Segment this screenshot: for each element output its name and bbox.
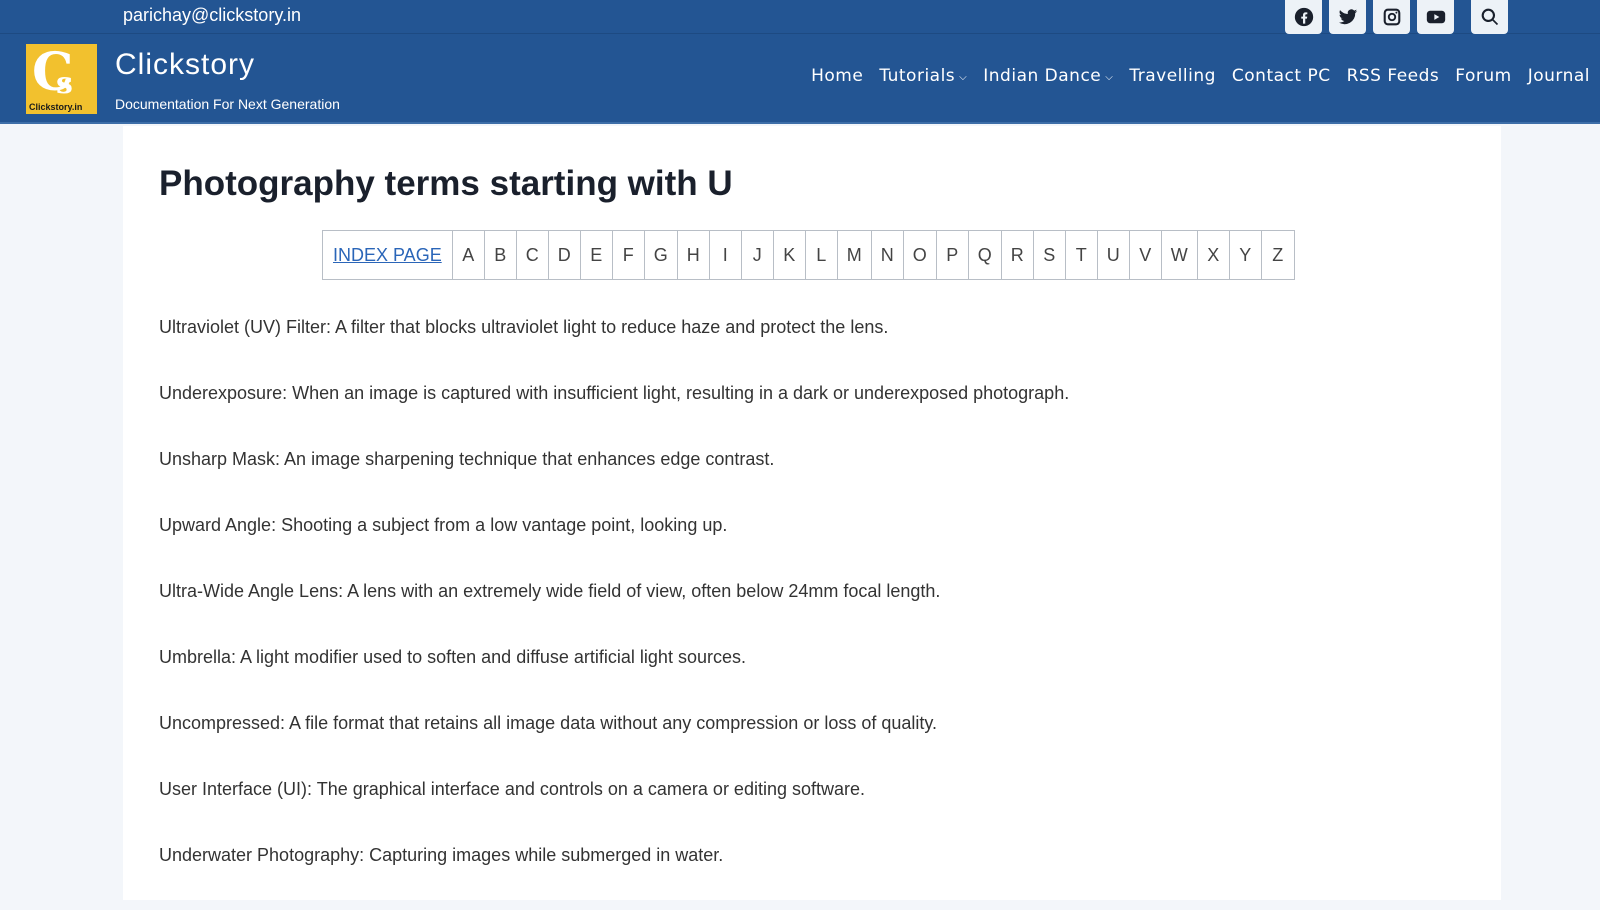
nav-rss-feeds[interactable]: RSS Feeds [1347,66,1440,86]
term-definition: Upward Angle: Shooting a subject from a … [159,515,728,535]
letter-cell-p: P [937,231,969,279]
letter-cell-c: C [517,231,549,279]
term-definition: Underexposure: When an image is captured… [159,383,1070,403]
nav-label: Contact PC [1231,66,1331,86]
letter-cell-r: R [1002,231,1034,279]
letter-cell-n: N [872,231,904,279]
term-definition: User Interface (UI): The graphical inter… [159,779,866,799]
chevron-down-icon: ⌵ [959,72,968,83]
term-definition: Uncompressed: A file format that retains… [159,713,938,733]
letter-cell-x: X [1198,231,1230,279]
nav-journal[interactable]: Journal [1528,66,1590,86]
letter-cell-e: E [581,231,613,279]
instagram-icon [1383,8,1400,26]
letter-cell-q: Q [969,231,1002,279]
twitter-icon [1338,9,1357,25]
nav-label: Forum [1455,66,1512,86]
letter-cell-v: V [1130,231,1162,279]
letter-cell-y: Y [1230,231,1262,279]
term-definition: Underwater Photography: Capturing images… [159,845,724,865]
nav-forum[interactable]: Forum [1455,66,1511,86]
article-content: Photography terms starting with U INDEX … [123,126,1501,900]
facebook-icon [1294,7,1313,27]
nav-label: Indian Dance [983,66,1102,86]
letter-cell-i: I [710,231,742,279]
letter-cell-g: G [645,231,678,279]
term-definition: Ultraviolet (UV) Filter: A filter that b… [159,317,889,337]
site-title[interactable]: Clickstory [115,48,255,82]
letter-cell-s: S [1034,231,1066,279]
nav-label: Home [811,66,864,86]
nav-home[interactable]: Home [811,66,863,86]
site-logo[interactable]: C s Clickstory.in [26,44,97,114]
main-nav: Home Tutorials ⌵ Indian Dance ⌵ Travelling… [811,66,1590,86]
social-links [1285,0,1508,34]
letter-cell-d: D [549,231,581,279]
terms-list: Ultraviolet (UV) Filter: A filter that b… [159,316,1069,910]
nav-indian-dance[interactable]: Indian Dance ⌵ [983,66,1113,86]
letter-cell-l: L [806,231,838,279]
nav-label: Journal [1527,66,1590,86]
letter-cell-u: U [1098,231,1130,279]
youtube-icon [1426,10,1445,24]
letter-cell-t: T [1066,231,1098,279]
facebook-button[interactable] [1285,0,1322,34]
letter-cell-m: M [838,231,872,279]
letter-cell-f: F [613,231,645,279]
search-icon [1481,8,1498,26]
letter-cell-b: B [485,231,517,279]
letter-cell-w: W [1162,231,1198,279]
youtube-button[interactable] [1417,0,1454,34]
nav-travelling[interactable]: Travelling [1129,66,1216,86]
nav-label: Tutorials [879,66,956,86]
letter-cell-k: K [774,231,806,279]
logo-letter-s: s [56,66,73,101]
letter-cell-a: A [453,231,485,279]
top-bar: parichay@clickstory.in [0,0,1600,34]
letter-cell-j: J [742,231,774,279]
page-title: Photography terms starting with U [159,164,733,203]
instagram-button[interactable] [1373,0,1410,34]
nav-contact-pc[interactable]: Contact PC [1232,66,1331,86]
nav-label: Travelling [1129,66,1216,86]
index-page-link[interactable]: INDEX PAGE [323,231,453,279]
term-definition: Unsharp Mask: An image sharpening techni… [159,449,775,469]
site-tagline: Documentation For Next Generation [115,96,340,112]
site-header: C s Clickstory.in Clickstory Documentati… [0,34,1600,124]
nav-label: RSS Feeds [1346,66,1440,86]
contact-email[interactable]: parichay@clickstory.in [123,5,301,26]
alphabet-index: INDEX PAGE ABCDEFGHIJKLMNOPQRSTUVWXYZ [322,230,1295,280]
letter-cell-h: H [678,231,710,279]
twitter-button[interactable] [1329,0,1366,34]
letter-cell-o: O [904,231,937,279]
search-button[interactable] [1471,0,1508,34]
logo-tag: Clickstory.in [29,102,83,112]
term-definition: Umbrella: A light modifier used to softe… [159,647,746,667]
term-definition: Ultra-Wide Angle Lens: A lens with an ex… [159,581,941,601]
nav-tutorials[interactable]: Tutorials ⌵ [879,66,967,86]
chevron-down-icon: ⌵ [1105,72,1114,83]
letter-cell-z: Z [1272,244,1284,265]
